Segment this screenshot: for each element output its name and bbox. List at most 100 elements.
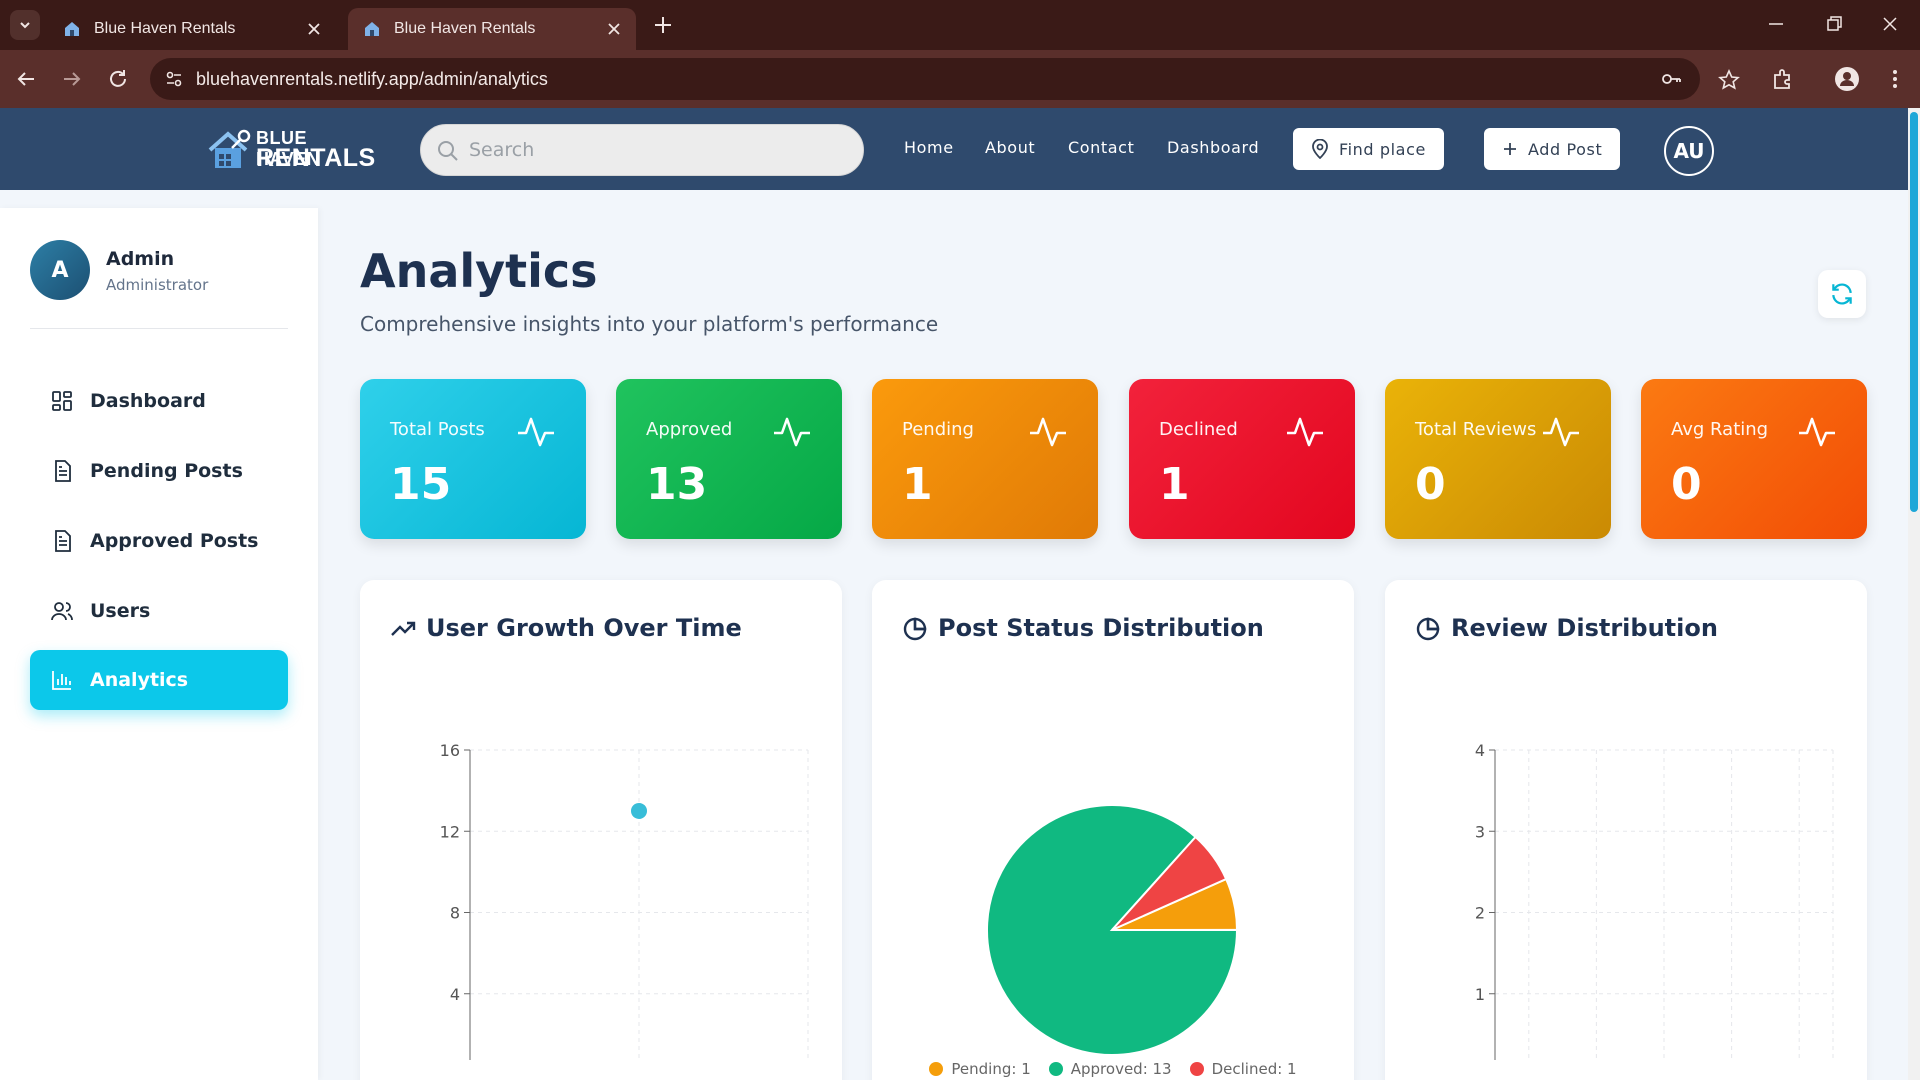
back-arrow-icon[interactable] [14, 67, 38, 91]
close-window-icon[interactable] [1878, 12, 1902, 36]
document-icon [55, 460, 71, 482]
add-post-button[interactable]: Add Post [1484, 128, 1621, 170]
close-tab-icon[interactable] [306, 21, 322, 37]
browser-tab-2[interactable]: Blue Haven Rentals [348, 8, 636, 50]
sidebar-item-users[interactable]: Users [30, 581, 288, 641]
password-key-icon[interactable] [1660, 69, 1682, 89]
bookmark-star-icon[interactable] [1718, 69, 1740, 91]
admin-name: Admin [106, 248, 175, 270]
nav-link-dashboard[interactable]: Dashboard [1167, 138, 1259, 157]
user-avatar[interactable]: AU [1664, 126, 1714, 176]
card-title: User Growth Over Time [426, 614, 742, 642]
forward-arrow-icon[interactable] [60, 67, 84, 91]
activity-icon [1799, 417, 1835, 447]
data-point [631, 802, 647, 819]
stat-value: 1 [1159, 459, 1190, 510]
legend-label: Declined: 1 [1211, 1060, 1297, 1078]
site-header: BLUE HAVEN RENTALS Search Home About Con… [0, 108, 1908, 190]
site-favicon-icon [65, 22, 79, 36]
close-tab-icon[interactable] [606, 21, 622, 37]
activity-icon [774, 417, 810, 447]
stat-label: Pending [902, 419, 974, 440]
legend-label: Pending: 1 [951, 1060, 1031, 1078]
review-distribution-chart: 012341★2★3★4★5★ [1475, 741, 1834, 1060]
stat-value: 0 [1415, 459, 1446, 510]
search-placeholder: Search [469, 139, 535, 161]
more-menu-icon[interactable] [1882, 66, 1908, 92]
activity-icon [518, 417, 554, 447]
y-tick-label: 2 [1475, 904, 1485, 923]
post-status-pie-chart [986, 804, 1239, 1056]
pie-chart-icon [1416, 617, 1440, 641]
nav-link-contact[interactable]: Contact [1068, 138, 1134, 157]
browser-tab-1[interactable]: Blue Haven Rentals [48, 8, 336, 50]
stat-label: Total Reviews [1415, 419, 1537, 440]
stat-card: Declined 1 [1129, 379, 1355, 539]
refresh-button[interactable] [1818, 270, 1866, 318]
tab-title: Blue Haven Rentals [394, 20, 536, 37]
search-input[interactable]: Search [420, 124, 864, 176]
pie-legend: Pending: 1 Approved: 13 Declined: 1 [872, 1060, 1354, 1078]
review-distribution-card: Review Distribution 012341★2★3★4★5★ [1385, 580, 1867, 1080]
search-icon [438, 141, 458, 161]
extensions-puzzle-icon[interactable] [1770, 66, 1796, 92]
tab-search-dropdown-button[interactable] [10, 10, 40, 40]
post-status-card: Post Status Distribution Pending: 1 Appro… [872, 580, 1354, 1080]
site-logo[interactable]: BLUE HAVEN RENTALS [206, 126, 376, 172]
sidebar-item-analytics[interactable]: Analytics [30, 650, 288, 710]
profile-avatar-icon[interactable] [1834, 66, 1860, 92]
legend-item[interactable]: Pending: 1 [929, 1060, 1031, 1078]
nav-link-about[interactable]: About [985, 138, 1035, 157]
stat-card: Pending 1 [872, 379, 1098, 539]
find-place-button[interactable]: Find place [1293, 128, 1444, 170]
legend-item[interactable]: Declined: 1 [1189, 1060, 1297, 1078]
restore-window-icon[interactable] [1822, 12, 1846, 36]
stat-value: 15 [390, 459, 452, 510]
legend-swatch [1189, 1062, 1204, 1076]
page-subtitle: Comprehensive insights into your platfor… [360, 312, 939, 336]
bar-chart-icon [52, 671, 71, 690]
document-icon [55, 530, 71, 552]
new-tab-plus-icon[interactable] [652, 14, 674, 36]
sidebar-item-dashboard[interactable]: Dashboard [30, 371, 288, 431]
sidebar-item-label: Pending Posts [90, 460, 243, 482]
add-post-label: Add Post [1528, 139, 1603, 159]
user-growth-chart: 0481216Oct [440, 741, 809, 1060]
legend-item[interactable]: Approved: 13 [1048, 1060, 1172, 1078]
omnibox[interactable]: bluehavenrentals.netlify.app/admin/analy… [150, 58, 1740, 100]
activity-icon [1287, 417, 1323, 447]
sidebar-item-pending-posts[interactable]: Pending Posts [30, 441, 288, 501]
sidebar-item-label: Users [90, 600, 151, 622]
minimize-window-icon[interactable] [1764, 12, 1788, 36]
card-title: Post Status Distribution [938, 614, 1264, 642]
site-info-icon[interactable] [164, 69, 184, 89]
nav-link-home[interactable]: Home [904, 138, 954, 157]
stat-label: Approved [646, 419, 733, 440]
stat-label: Avg Rating [1671, 419, 1769, 440]
y-tick-label: 3 [1475, 822, 1485, 841]
legend-swatch [929, 1062, 944, 1076]
sidebar-divider [30, 328, 288, 329]
activity-icon [1543, 417, 1579, 447]
trending-up-icon [391, 621, 416, 636]
chevron-down-icon [20, 22, 30, 29]
grid-icon [52, 391, 72, 411]
reload-icon[interactable] [106, 67, 130, 91]
y-tick-label: 1 [1475, 985, 1485, 1004]
sidebar-item-approved-posts[interactable]: Approved Posts [30, 511, 288, 571]
pie-chart-icon [903, 617, 927, 641]
y-tick-label: 4 [1475, 741, 1485, 760]
y-tick-label: 4 [450, 985, 460, 1004]
location-pin-icon [1312, 139, 1328, 159]
y-tick-label: 8 [450, 904, 460, 923]
url-text: bluehavenrentals.netlify.app/admin/analy… [196, 69, 548, 89]
page-scrollbar-thumb[interactable] [1910, 112, 1918, 512]
y-tick-label: 16 [440, 741, 460, 760]
sidebar-item-label: Approved Posts [90, 530, 259, 552]
user-growth-card: User Growth Over Time 0481216Oct [360, 580, 842, 1080]
stat-label: Total Posts [390, 419, 485, 440]
address-bar: bluehavenrentals.netlify.app/admin/analy… [0, 50, 1920, 108]
tab-title: Blue Haven Rentals [94, 20, 236, 37]
plus-icon [1504, 143, 1516, 155]
logo-text-line2: RENTALS [256, 144, 376, 172]
